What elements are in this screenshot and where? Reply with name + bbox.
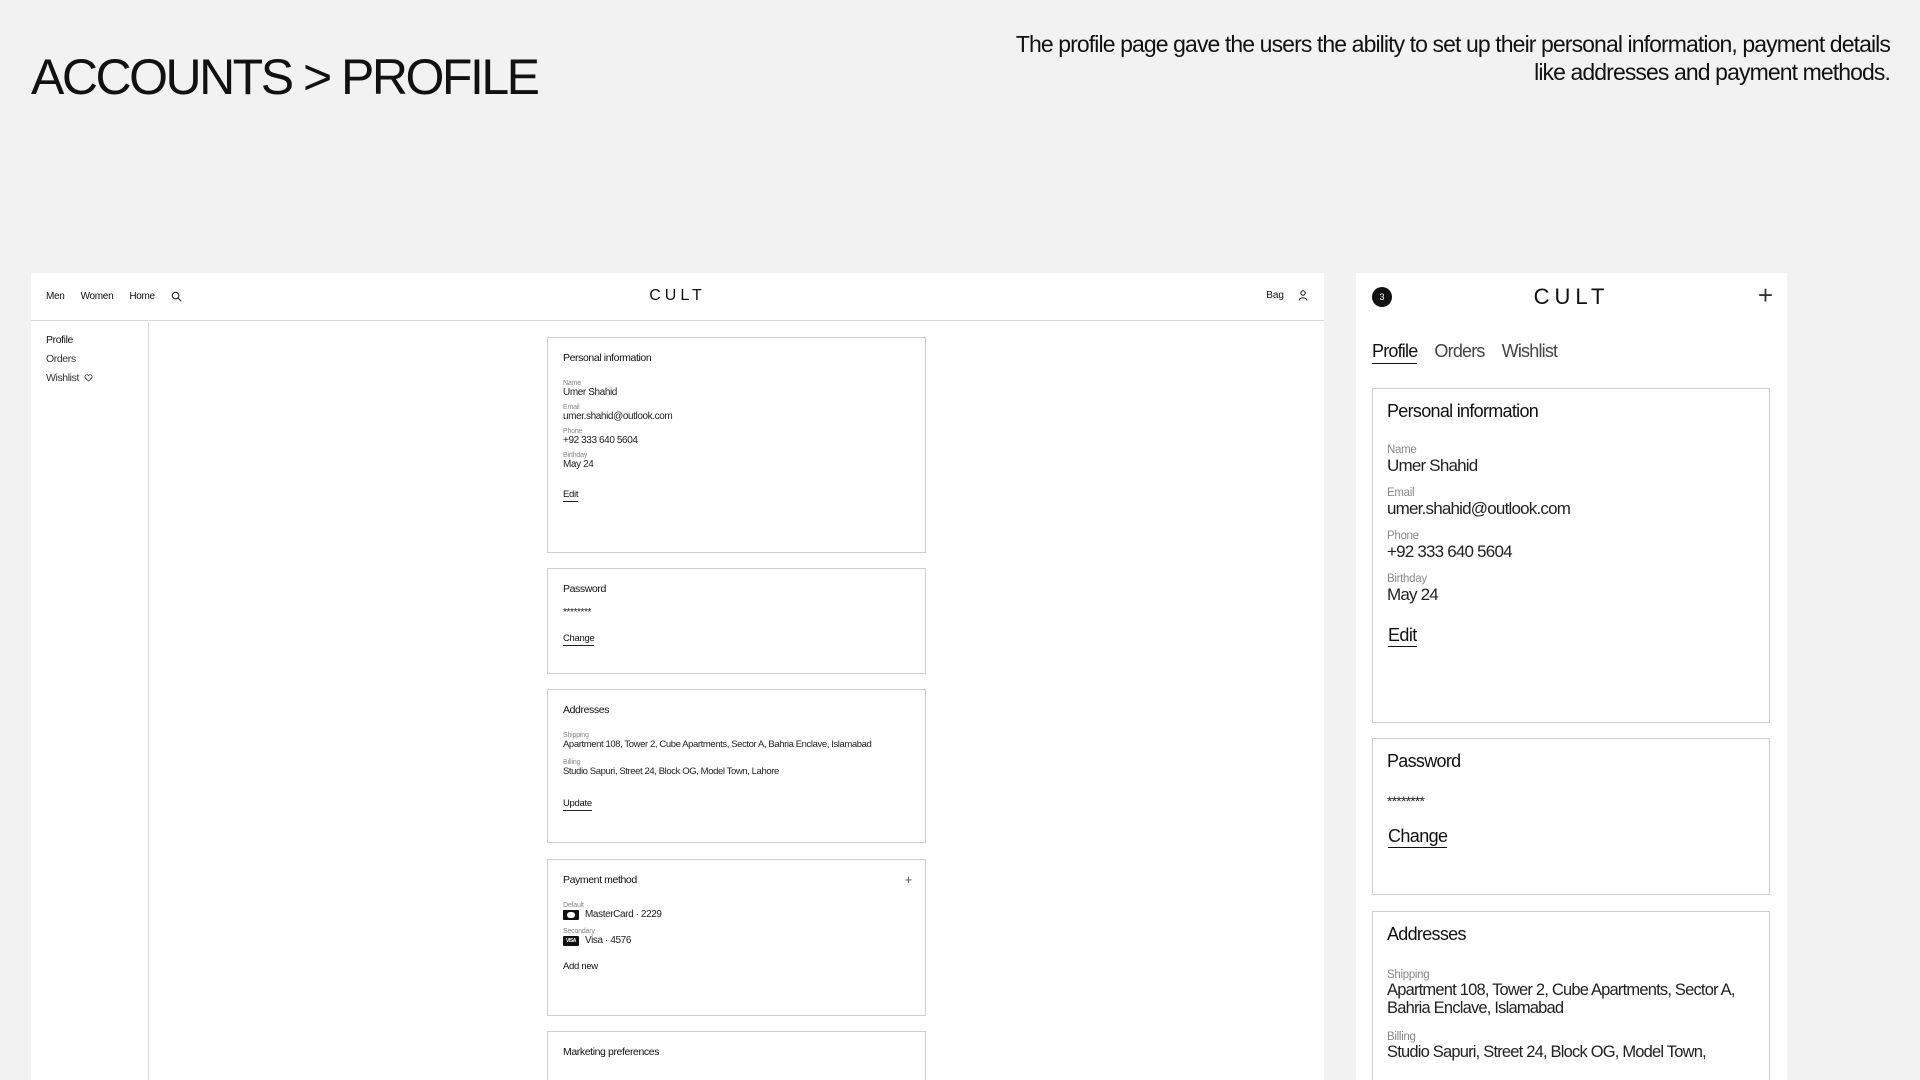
desktop-header: Men Women Home CULT Bag [31,273,1324,321]
mastercard-icon [563,909,579,920]
email-value: umer.shahid@outlook.com [1387,499,1571,518]
menu-plus-icon[interactable]: + [1758,280,1773,311]
sidebar-item-wishlist[interactable]: Wishlist [46,372,148,384]
name-label: Name [1387,444,1417,456]
card-title: Marketing preferences [563,1046,660,1058]
shipping-address: Apartment 108, Tower 2, Cube Apartments,… [1387,981,1735,1017]
desktop-logo[interactable]: CULT [649,287,706,305]
desktop-nav: Men Women Home [46,291,182,302]
billing-label: Billing [563,759,581,766]
billing-label: Billing [1387,1031,1416,1043]
email-label: Email [563,404,580,411]
secondary-card-value: Visa · 4576 [585,935,632,946]
phone-value: +92 333 640 5604 [563,435,638,446]
change-password-link[interactable]: Change [563,633,595,646]
shipping-label: Shipping [1387,969,1430,981]
add-payment-icon[interactable]: + [905,872,913,887]
billing-address: Studio Sapuri, Street 24, Block OG, Mode… [1387,1043,1707,1061]
desktop-header-actions: Bag [1266,290,1308,301]
sidebar-item-profile[interactable]: Profile [46,334,148,346]
sidebar-item-orders[interactable]: Orders [46,353,148,365]
birthday-label: Birthday [563,452,588,459]
password-value: ******** [1387,793,1425,809]
billing-address: Studio Sapuri, Street 24, Block OG, Mode… [563,766,779,777]
heart-icon [84,374,93,382]
update-addresses-link[interactable]: Update [563,798,592,811]
mobile-password-card: Password ******** Change [1372,738,1770,895]
name-label: Name [563,380,581,387]
sidebar-item-label: Wishlist [46,372,79,384]
mobile-addresses-card: Addresses Shipping Apartment 108, Tower … [1372,911,1770,1080]
slide-title: ACCOUNTS > PROFILE [31,49,540,105]
email-label: Email [1387,487,1415,499]
shipping-address: Apartment 108, Tower 2, Cube Apartments,… [563,739,872,750]
birthday-label: Birthday [1387,573,1427,585]
card-title: Addresses [1387,924,1466,944]
card-title: Password [563,583,606,595]
mobile-logo[interactable]: CULT [1534,284,1610,310]
phone-label: Phone [1387,530,1419,542]
secondary-card: VISA Visa · 4576 [563,935,910,946]
bag-count-badge[interactable]: 3 [1372,287,1392,307]
name-value: Umer Shahid [1387,456,1478,475]
desktop-mockup: Men Women Home CULT Bag Profile Orders W… [31,273,1324,1080]
mobile-tabs: Profile Orders Wishlist [1356,341,1787,364]
change-password-link[interactable]: Change [1388,825,1448,848]
edit-link[interactable]: Edit [1388,624,1417,647]
add-new-payment-link[interactable]: Add new [563,961,910,972]
addresses-card: Addresses Shipping Apartment 108, Tower … [547,689,926,843]
secondary-label: Secondary [563,928,595,935]
sidebar-item-label: Profile [46,334,73,346]
card-title: Payment method + [563,872,913,887]
birthday-value: May 24 [1387,585,1439,604]
phone-value: +92 333 640 5604 [1387,542,1513,561]
slide-description: The profile page gave the users the abil… [1015,31,1891,85]
name-value: Umer Shahid [563,387,617,398]
tab-orders[interactable]: Orders [1434,341,1485,364]
password-value: ******** [563,607,591,618]
card-title: Personal information [1387,401,1539,421]
personal-info-card: Personal information Name Umer Shahid Em… [547,337,926,553]
mobile-header: 3 CULT + [1356,273,1787,321]
shipping-label: Shipping [563,732,589,739]
tab-profile[interactable]: Profile [1372,341,1418,364]
default-label: Default [563,902,584,909]
search-icon[interactable] [171,291,182,302]
user-icon[interactable] [1298,290,1308,301]
card-title: Personal information [563,352,652,364]
default-card: MasterCard · 2229 [563,909,910,920]
edit-link[interactable]: Edit [563,489,578,502]
nav-men[interactable]: Men [46,291,65,302]
desktop-sidebar: Profile Orders Wishlist [31,322,149,1080]
sidebar-item-label: Orders [46,353,76,365]
visa-icon: VISA [563,935,579,946]
payment-card: Payment method + Default MasterCard · 22… [547,859,926,1016]
card-title: Password [1387,751,1461,771]
password-card: Password ******** Change [547,568,926,674]
tab-wishlist[interactable]: Wishlist [1502,341,1558,364]
marketing-card: Marketing preferences [547,1031,926,1080]
nav-home[interactable]: Home [129,291,155,302]
phone-label: Phone [563,428,583,435]
card-title: Addresses [563,704,610,716]
payment-title: Payment method [563,874,637,886]
mobile-personal-info-card: Personal information Name Umer Shahid Em… [1372,388,1770,723]
bag-link[interactable]: Bag [1266,290,1284,301]
default-card-value: MasterCard · 2229 [585,909,662,920]
email-value: umer.shahid@outlook.com [563,411,673,422]
birthday-value: May 24 [563,459,594,470]
nav-women[interactable]: Women [81,291,114,302]
mobile-mockup: 3 CULT + Profile Orders Wishlist Persona… [1356,273,1787,1080]
